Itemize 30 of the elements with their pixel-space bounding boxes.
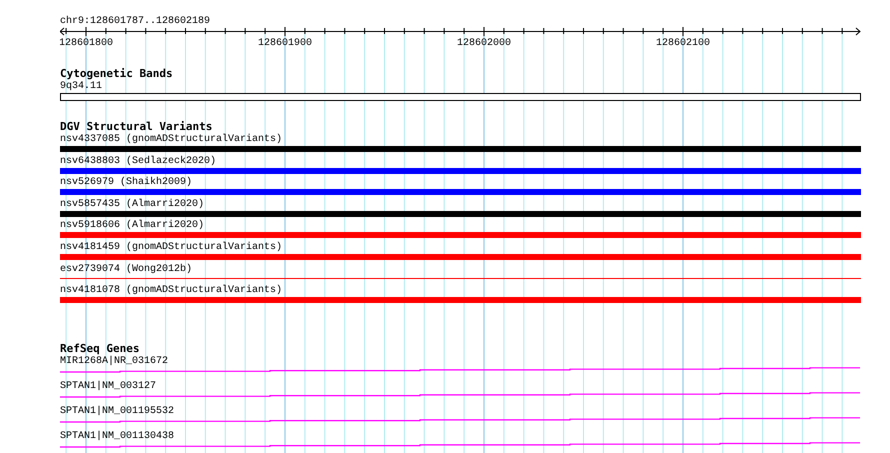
feature-label[interactable]: SPTAN1|NM_001130438: [60, 430, 174, 442]
transcript-line[interactable]: [60, 416, 860, 422]
feature-label[interactable]: MIR1268A|NR_031672: [60, 356, 168, 367]
feature-label[interactable]: nsv6438803 (Sedlazeck2020): [60, 156, 216, 167]
variant-bar[interactable]: [60, 168, 861, 174]
feature-label[interactable]: nsv4181078 (gnomADStructuralVariants): [60, 285, 282, 296]
tick-label: 128601900: [258, 38, 312, 49]
feature-label[interactable]: esv2739074 (Wong2012b): [60, 264, 192, 275]
feature-label[interactable]: nsv5857435 (Almarri2020): [60, 198, 204, 210]
feature-label[interactable]: SPTAN1|NM_003127: [60, 380, 156, 392]
feature-label[interactable]: nsv526979 (Shaikh2009): [60, 177, 192, 188]
transcript-line[interactable]: [60, 392, 860, 398]
feature-label[interactable]: nsv5918606 (Almarri2020): [60, 220, 204, 232]
feature-label[interactable]: nsv4337085 (gnomADStructuralVariants): [60, 134, 282, 145]
track-title: RefSeq Genes: [60, 342, 140, 355]
tick-label: 128602100: [656, 38, 710, 49]
feature-label[interactable]: nsv4181459 (gnomADStructuralVariants): [60, 242, 282, 253]
location-label: chr9:128601787..128602189: [60, 16, 210, 27]
track-title: DGV Structural Variants: [60, 121, 212, 133]
track-title: Cytogenetic Bands: [60, 68, 173, 80]
tick-label: 128602000: [457, 38, 511, 49]
variant-line[interactable]: [60, 278, 861, 279]
transcript-line[interactable]: [60, 366, 860, 372]
feature-label[interactable]: 9q34.11: [60, 81, 102, 92]
transcript-line[interactable]: [60, 442, 860, 448]
variant-bar[interactable]: [60, 210, 861, 217]
variant-bar[interactable]: [60, 189, 861, 196]
feature-label[interactable]: SPTAN1|NM_001195532: [60, 406, 174, 417]
band-box[interactable]: [60, 93, 861, 101]
tick-label: 128601800: [60, 38, 113, 49]
